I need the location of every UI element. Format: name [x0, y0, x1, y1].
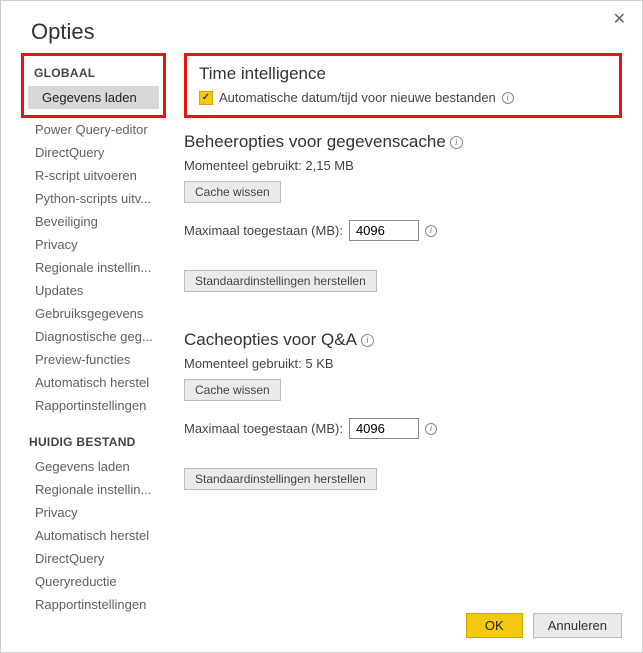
- sidebar-item-privacy[interactable]: Privacy: [21, 233, 166, 256]
- qa-cache-max-label: Maximaal toegestaan (MB):: [184, 421, 343, 436]
- global-section-highlight: GLOBAAL Gegevens laden: [21, 53, 166, 118]
- sidebar-item-python-scripts[interactable]: Python-scripts uitv...: [21, 187, 166, 210]
- sidebar-item-updates[interactable]: Updates: [21, 279, 166, 302]
- restore-defaults-data-cache-button[interactable]: Standaardinstellingen herstellen: [184, 270, 377, 292]
- sidebar-item-diagnostische[interactable]: Diagnostische geg...: [21, 325, 166, 348]
- time-intelligence-highlight: Time intelligence ✓ Automatische datum/t…: [184, 53, 622, 118]
- close-icon[interactable]: ✕: [607, 7, 632, 31]
- clear-data-cache-button[interactable]: Cache wissen: [184, 181, 281, 203]
- sidebar-item-gebruiksgegevens[interactable]: Gebruiksgegevens: [21, 302, 166, 325]
- section-header-global: GLOBAAL: [28, 62, 159, 86]
- info-icon[interactable]: i: [425, 225, 437, 237]
- sidebar-item-cf-regionale[interactable]: Regionale instellin...: [21, 478, 166, 501]
- cancel-button[interactable]: Annuleren: [533, 613, 622, 638]
- sidebar-item-directquery[interactable]: DirectQuery: [21, 141, 166, 164]
- sidebar-item-cf-privacy[interactable]: Privacy: [21, 501, 166, 524]
- qa-cache-current-usage: Momenteel gebruikt: 5 KB: [184, 356, 622, 371]
- sidebar-item-automatisch-herstel[interactable]: Automatisch herstel: [21, 371, 166, 394]
- section-header-current-file: HUIDIG BESTAND: [21, 417, 166, 455]
- checkbox-auto-date-time[interactable]: ✓: [199, 91, 213, 105]
- data-cache-current-usage: Momenteel gebruikt: 2,15 MB: [184, 158, 622, 173]
- info-icon[interactable]: i: [502, 92, 514, 104]
- sidebar-item-gegevens-laden[interactable]: Gegevens laden: [28, 86, 159, 109]
- sidebar-item-cf-gegevens-laden[interactable]: Gegevens laden: [21, 455, 166, 478]
- main-panel: Time intelligence ✓ Automatische datum/t…: [166, 53, 642, 616]
- sidebar-item-r-script[interactable]: R-script uitvoeren: [21, 164, 166, 187]
- heading-time-intelligence: Time intelligence: [199, 64, 609, 84]
- sidebar-item-regionale[interactable]: Regionale instellin...: [21, 256, 166, 279]
- sidebar: GLOBAAL Gegevens laden Power Query-edito…: [21, 53, 166, 616]
- sidebar-item-rapportinstellingen[interactable]: Rapportinstellingen: [21, 394, 166, 417]
- sidebar-item-beveiliging[interactable]: Beveiliging: [21, 210, 166, 233]
- sidebar-item-power-query-editor[interactable]: Power Query-editor: [21, 118, 166, 141]
- clear-qa-cache-button[interactable]: Cache wissen: [184, 379, 281, 401]
- dialog-title: Opties: [1, 1, 642, 53]
- sidebar-item-preview-functies[interactable]: Preview-functies: [21, 348, 166, 371]
- sidebar-item-cf-rapportinstellingen[interactable]: Rapportinstellingen: [21, 593, 166, 616]
- checkbox-auto-date-time-label: Automatische datum/tijd voor nieuwe best…: [219, 90, 496, 105]
- info-icon[interactable]: i: [425, 423, 437, 435]
- info-icon[interactable]: i: [450, 136, 463, 149]
- sidebar-item-cf-automatisch-herstel[interactable]: Automatisch herstel: [21, 524, 166, 547]
- sidebar-item-cf-queryreductie[interactable]: Queryreductie: [21, 570, 166, 593]
- heading-data-cache: Beheeropties voor gegevenscache: [184, 132, 446, 152]
- restore-defaults-qa-cache-button[interactable]: Standaardinstellingen herstellen: [184, 468, 377, 490]
- qa-cache-max-input[interactable]: [349, 418, 419, 439]
- data-cache-max-label: Maximaal toegestaan (MB):: [184, 223, 343, 238]
- info-icon[interactable]: i: [361, 334, 374, 347]
- sidebar-item-cf-directquery[interactable]: DirectQuery: [21, 547, 166, 570]
- data-cache-max-input[interactable]: [349, 220, 419, 241]
- ok-button[interactable]: OK: [466, 613, 523, 638]
- heading-qa-cache: Cacheopties voor Q&A: [184, 330, 357, 350]
